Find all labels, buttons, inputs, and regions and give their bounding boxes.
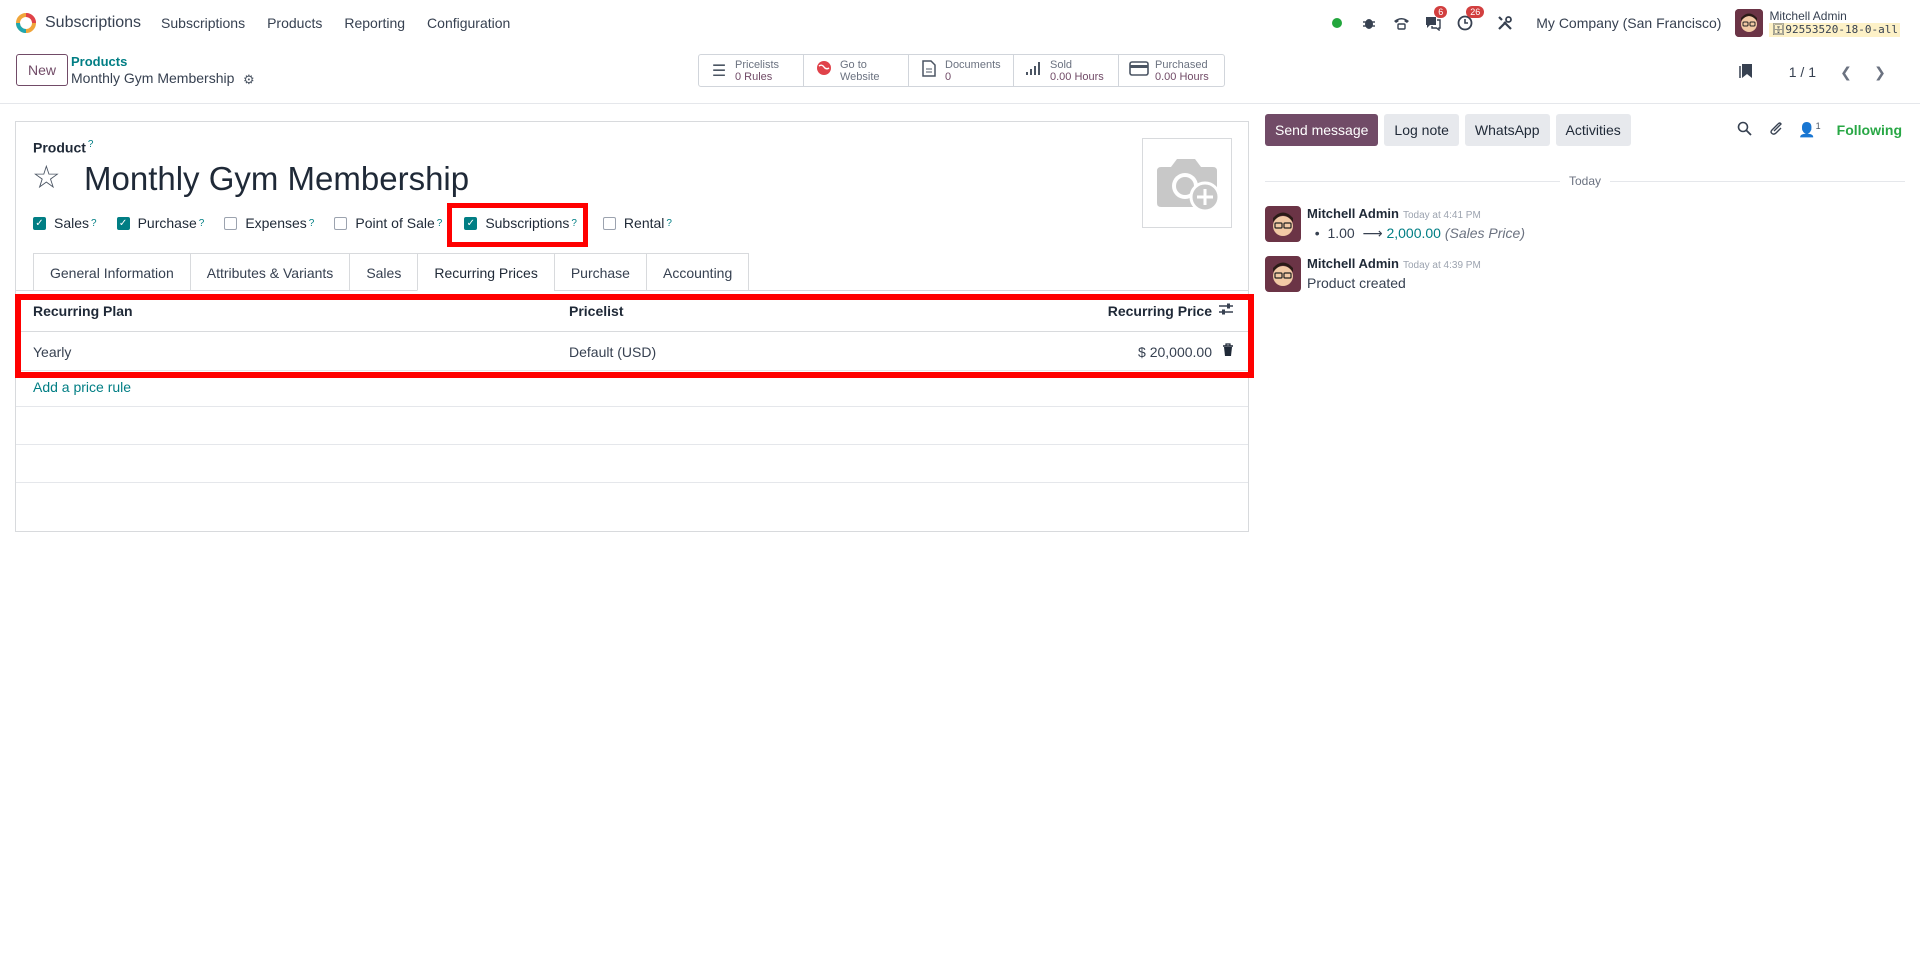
whatsapp-button[interactable]: WhatsApp	[1464, 114, 1550, 146]
checkmark-icon: ✓	[33, 216, 46, 230]
message-author: Mitchell Admin Today at 4:39 PM	[1307, 256, 1481, 271]
pager-value[interactable]: 1 / 1	[1789, 64, 1816, 80]
menu-products[interactable]: Products	[267, 15, 322, 31]
checkbox-empty	[224, 216, 238, 230]
message-author: Mitchell Admin Today at 4:41 PM	[1307, 206, 1481, 221]
followers-button[interactable]: 👤1	[1798, 121, 1820, 139]
checkbox-purchase[interactable]: ✓ Purchase?	[116, 215, 204, 231]
user-menu[interactable]: Mitchell Admin 🗄92553520-18-0-all	[1769, 9, 1900, 37]
author-avatar[interactable]	[1265, 206, 1301, 242]
checkbox-point-of-sale[interactable]: Point of Sale?	[334, 215, 442, 231]
stat-website[interactable]: Go to Website	[804, 55, 909, 86]
author-avatar[interactable]	[1265, 256, 1301, 292]
bookmark-icon[interactable]	[1739, 63, 1753, 82]
checkbox-sales[interactable]: ✓ Sales?	[33, 215, 97, 231]
date-separator: Today	[1560, 174, 1610, 188]
add-price-rule-link[interactable]: Add a price rule	[33, 379, 131, 395]
message-time: Today at 4:39 PM	[1402, 260, 1481, 271]
gear-icon[interactable]: ⚙	[243, 72, 255, 88]
tab-sales[interactable]: Sales	[349, 253, 418, 291]
top-navbar: Subscriptions Subscriptions Products Rep…	[0, 0, 1920, 46]
message-time: Today at 4:41 PM	[1402, 210, 1481, 221]
pager-previous-icon[interactable]: ❮	[1834, 60, 1858, 84]
pager-next-icon[interactable]: ❯	[1868, 60, 1892, 84]
arrow-right-icon: ⟶	[1362, 225, 1383, 241]
help-mark: ?	[87, 139, 94, 150]
messages-badge: 6	[1434, 6, 1448, 18]
checkbox-empty	[602, 216, 616, 230]
tab-general-information[interactable]: General Information	[33, 253, 190, 291]
breadcrumb-current: Monthly Gym Membership	[71, 70, 235, 86]
chatter-actions: Send message Log note WhatsApp Activitie…	[1265, 114, 1631, 146]
tools-icon[interactable]	[1496, 14, 1514, 32]
document-icon	[919, 59, 939, 82]
tab-attributes-variants[interactable]: Attributes & Variants	[189, 253, 350, 291]
stat-purchased[interactable]: Purchased 0.00 Hours	[1119, 55, 1224, 86]
send-message-button[interactable]: Send message	[1265, 114, 1379, 146]
credit-card-icon	[1129, 60, 1149, 81]
new-button[interactable]: New	[16, 54, 69, 86]
log-note-button[interactable]: Log note	[1384, 114, 1459, 146]
tab-purchase[interactable]: Purchase	[553, 253, 646, 291]
activities-button[interactable]: Activities	[1555, 114, 1631, 146]
checkbox-empty	[334, 216, 348, 230]
user-avatar[interactable]	[1735, 9, 1764, 37]
checkbox-expenses[interactable]: Expenses?	[224, 215, 314, 231]
control-panel: New Products Monthly Gym Membership ⚙ ☰ …	[0, 46, 1920, 104]
recurring-prices-highlight-box	[15, 294, 1254, 378]
search-icon[interactable]	[1737, 121, 1752, 139]
notebook-tabs: General Information Attributes & Variant…	[33, 253, 750, 291]
paperclip-icon[interactable]	[1768, 120, 1783, 139]
subscriptions-highlight-box	[447, 203, 588, 247]
activities-clock-icon[interactable]: 26	[1456, 6, 1485, 32]
status-online-icon	[1328, 14, 1346, 32]
product-type-checkboxes: ✓ Sales? ✓ Purchase? Expenses? Point of Sa…	[33, 215, 692, 231]
empty-row-divider	[16, 482, 1248, 483]
smart-buttons: ☰ Pricelists 0 Rules Go to Website Documen…	[698, 54, 1225, 87]
bar-chart-icon	[1024, 60, 1044, 81]
stat-sold[interactable]: Sold 0.00 Hours	[1014, 55, 1119, 86]
company-switcher[interactable]: My Company (San Francisco)	[1536, 15, 1721, 31]
empty-row-divider	[16, 406, 1248, 407]
breadcrumb-products[interactable]: Products	[71, 54, 127, 69]
menu-subscriptions[interactable]: Subscriptions	[161, 15, 245, 31]
following-toggle[interactable]: Following	[1837, 122, 1902, 138]
messages-icon[interactable]: 6	[1424, 6, 1448, 32]
bug-icon[interactable]	[1360, 14, 1378, 32]
empty-row-divider	[16, 444, 1248, 445]
favorite-star-icon[interactable]: ☆	[32, 159, 61, 195]
product-image-upload[interactable]	[1142, 138, 1232, 228]
stat-pricelists[interactable]: ☰ Pricelists 0 Rules	[699, 55, 804, 86]
user-lock-icon: 👤	[1798, 121, 1816, 138]
pager: 1 / 1 ❮ ❯	[1739, 60, 1892, 84]
phone-icon[interactable]	[1392, 14, 1410, 32]
camera-plus-icon	[1157, 159, 1221, 213]
message-body: Product created	[1307, 275, 1406, 291]
database-name: 🗄92553520-18-0-all	[1769, 23, 1900, 37]
database-icon: 🗄	[1771, 23, 1786, 36]
tracking-value: • 1.00 ⟶ 2,000.00 (Sales Price)	[1307, 225, 1525, 241]
checkmark-icon: ✓	[116, 216, 130, 230]
list-icon: ☰	[711, 62, 727, 80]
user-name: Mitchell Admin	[1769, 9, 1847, 23]
tab-recurring-prices[interactable]: Recurring Prices	[417, 253, 554, 291]
chatter-tools: 👤1 Following	[1737, 120, 1902, 139]
checkbox-rental[interactable]: Rental?	[602, 215, 672, 231]
tab-accounting[interactable]: Accounting	[645, 253, 750, 291]
followers-count: 1	[1815, 120, 1821, 131]
menu-configuration[interactable]: Configuration	[427, 15, 510, 31]
menu-reporting[interactable]: Reporting	[344, 15, 405, 31]
globe-icon	[814, 60, 834, 81]
navbar-systray: 6 26 My Company (San Francisco) Mitchell…	[1314, 0, 1900, 46]
product-name-field[interactable]: Monthly Gym Membership	[84, 160, 469, 198]
app-name[interactable]: Subscriptions	[45, 14, 141, 32]
odoo-logo-icon[interactable]	[15, 12, 37, 34]
product-label: Product?	[33, 139, 94, 156]
stat-documents[interactable]: Documents 0	[909, 55, 1014, 86]
activities-badge: 26	[1466, 6, 1485, 18]
